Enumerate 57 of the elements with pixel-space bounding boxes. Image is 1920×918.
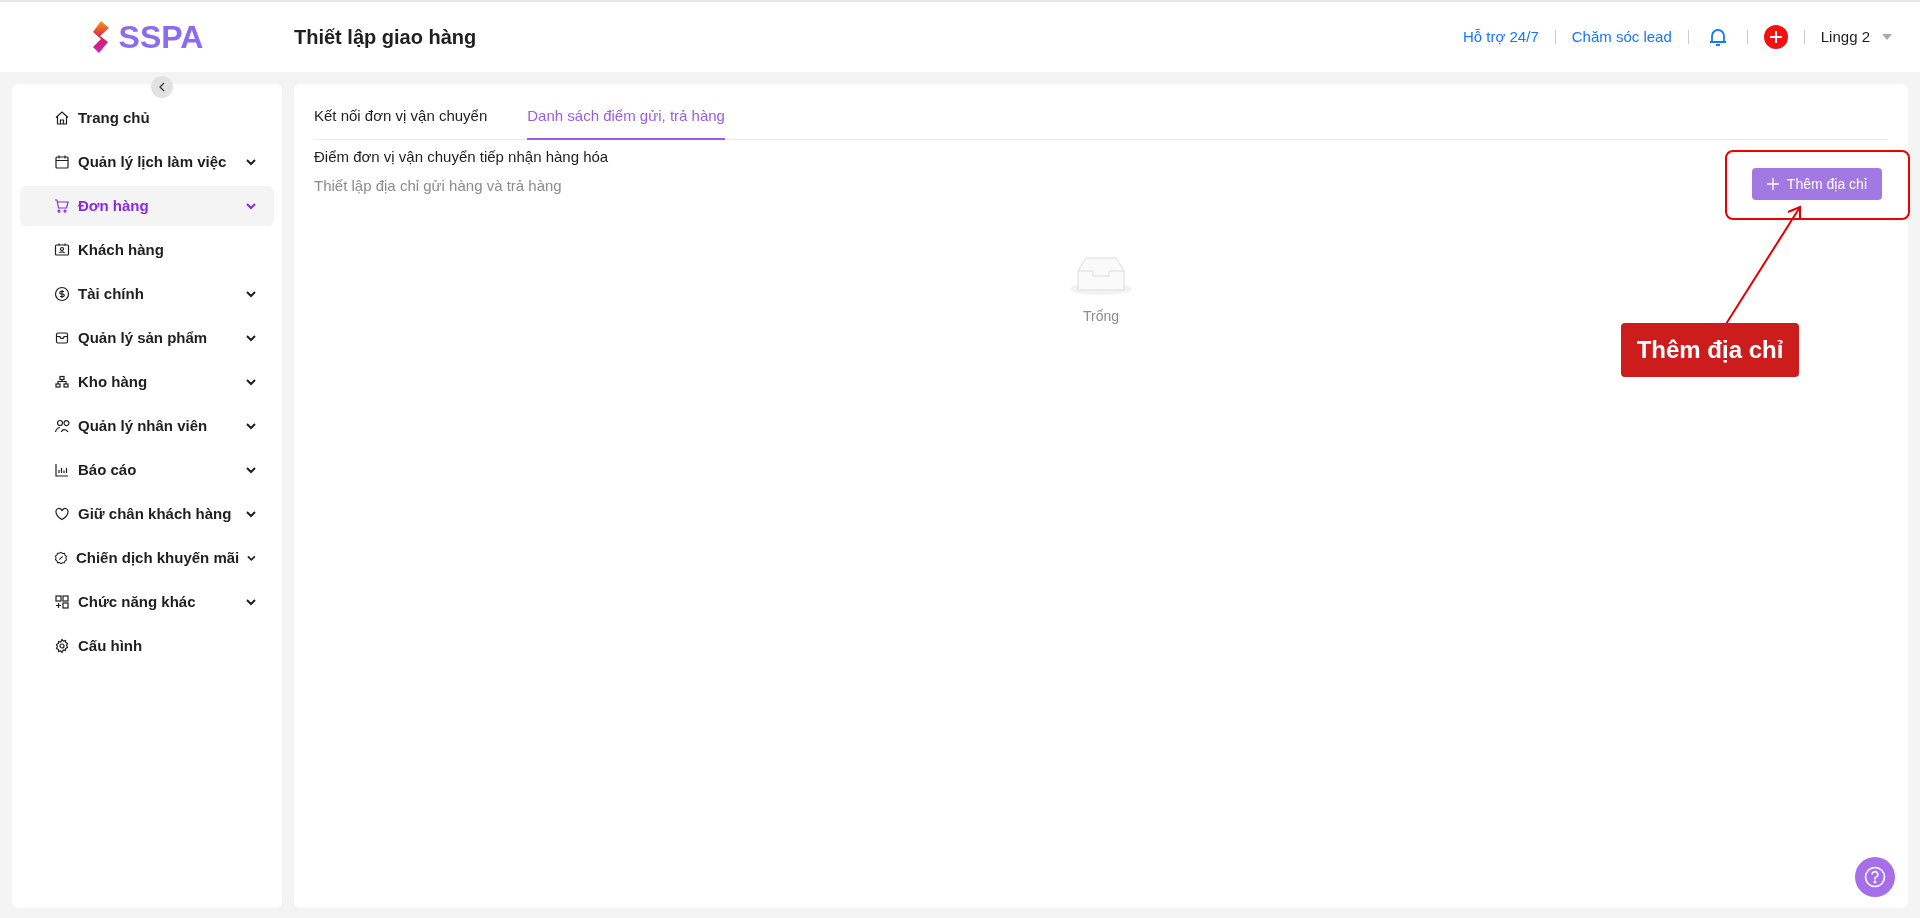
help-icon [1864,866,1886,888]
contact-card-icon [54,242,70,258]
chevron-down-icon [246,510,256,518]
sidebar-item[interactable]: Quản lý sản phẩm [20,318,274,358]
chevron-down-icon [246,466,256,474]
plus-icon [1769,31,1782,43]
chevron-down-icon [247,554,256,562]
add-button[interactable] [1763,25,1788,49]
home-icon [54,110,70,126]
sidebar-item[interactable]: Báo cáo [20,450,274,490]
sidebar-item[interactable]: Trang chủ [20,98,274,138]
section-title: Điểm đơn vị vận chuyển tiếp nhận hàng hóa [314,146,610,167]
sidebar-item[interactable]: Đơn hàng [20,186,274,226]
sidebar-item[interactable]: Chức năng khác [20,582,274,622]
hierarchy-icon [54,374,70,390]
user-menu[interactable]: Lingg 2 [1820,25,1892,49]
tab[interactable]: Kết nối đơn vị vận chuyển [314,105,488,140]
chevron-left-icon [159,82,165,92]
chevron-down-icon [246,290,256,298]
users-icon [54,418,70,434]
page-title: Thiết lập giao hàng [294,25,477,50]
box-icon [54,330,70,346]
sidebar-item[interactable]: Quản lý lịch làm việc [20,142,274,182]
section-hint: Thiết lập địa chỉ gửi hàng và trả hàng [314,175,562,196]
calendar-icon [54,154,70,170]
plus-icon [1766,178,1779,190]
sidebar-item[interactable]: Khách hàng [20,230,274,270]
empty-state-text: Trống [1082,307,1120,326]
chevron-down-icon [246,158,256,166]
header-link[interactable]: Chăm sóc lead [1571,25,1672,49]
settings-icon [54,638,70,654]
collapse-button[interactable] [151,76,173,98]
percent-badge-icon [54,550,68,566]
chevron-down-icon [246,202,256,210]
chevron-down-icon [246,378,256,386]
sidebar-item[interactable]: Tài chính [20,274,274,314]
grid-plus-icon [54,594,70,610]
sidebar-item[interactable]: Chiến dịch khuyến mãi [20,538,274,578]
chevron-down-icon [246,598,256,606]
notification-bell-icon[interactable] [1708,27,1727,47]
annotation-callout: Thêm địa chỉ [1621,323,1799,377]
dollar-icon [54,286,70,302]
empty-inbox-icon [1069,254,1133,296]
sidebar-item[interactable]: Giữ chân khách hàng [20,494,274,534]
logo-icon [90,20,111,54]
caret-icon [1882,34,1892,40]
sidebar-item[interactable]: Kho hàng [20,362,274,402]
sidebar-item[interactable]: Cấu hình [20,626,274,666]
bar-chart-icon [54,462,70,478]
tab[interactable]: Danh sách điểm gửi, trả hàng [527,105,725,140]
chevron-down-icon [246,422,256,430]
logo-text: SSPA [118,18,204,57]
header-link[interactable]: Hỗ trợ 24/7 [1463,25,1539,49]
heart-icon [54,506,70,522]
sidebar-item[interactable]: Quản lý nhân viên [20,406,274,446]
chevron-down-icon [246,334,256,342]
cart-icon [54,198,70,214]
